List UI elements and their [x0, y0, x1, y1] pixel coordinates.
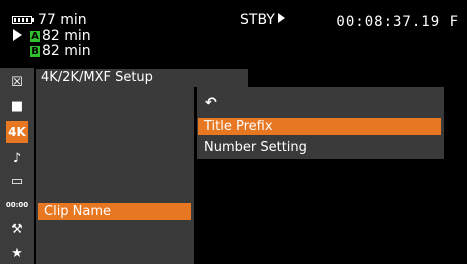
media-icon[interactable]: ▭	[8, 172, 26, 190]
close-icon[interactable]: ☒	[8, 73, 26, 91]
battery-remaining: 77 min	[38, 12, 87, 28]
menu-column-1	[36, 87, 194, 264]
slot-a-icon: A	[30, 31, 40, 42]
wrench-icon[interactable]: ⚒	[8, 220, 26, 238]
menu-item-title-prefix[interactable]: Title Prefix	[198, 118, 441, 135]
slot-b-remaining: 82 min	[42, 43, 91, 59]
arrow-right-icon	[277, 13, 285, 23]
slot-a-remaining: 82 min	[42, 28, 91, 44]
record-mode-label: STBY	[240, 12, 275, 28]
record-mode: STBY	[240, 12, 285, 28]
camera-icon[interactable]: ■	[8, 97, 26, 115]
menu-title: 4K/2K/MXF Setup	[36, 69, 248, 87]
4k-icon[interactable]: 4K	[6, 121, 28, 143]
timecode-icon[interactable]: 00:00	[6, 196, 28, 214]
audio-icon[interactable]: ♪	[8, 149, 26, 167]
menu-item-clip-name[interactable]: Clip Name	[38, 203, 191, 220]
menu-item-number-setting[interactable]: Number Setting	[198, 139, 441, 156]
status-bar: 77 min A 82 min B 82 min STBY 00:08:37.1…	[0, 0, 467, 62]
battery-icon	[12, 16, 34, 24]
back-icon[interactable]: ↶	[205, 95, 217, 111]
slot-b-icon: B	[30, 46, 40, 57]
star-icon[interactable]: ★	[8, 244, 26, 262]
play-icon	[13, 29, 22, 41]
menu-sidebar: ☒ ■ 4K ♪ ▭ 00:00 ⚒ ★	[0, 68, 34, 264]
timecode: 00:08:37.19 F	[336, 14, 459, 30]
